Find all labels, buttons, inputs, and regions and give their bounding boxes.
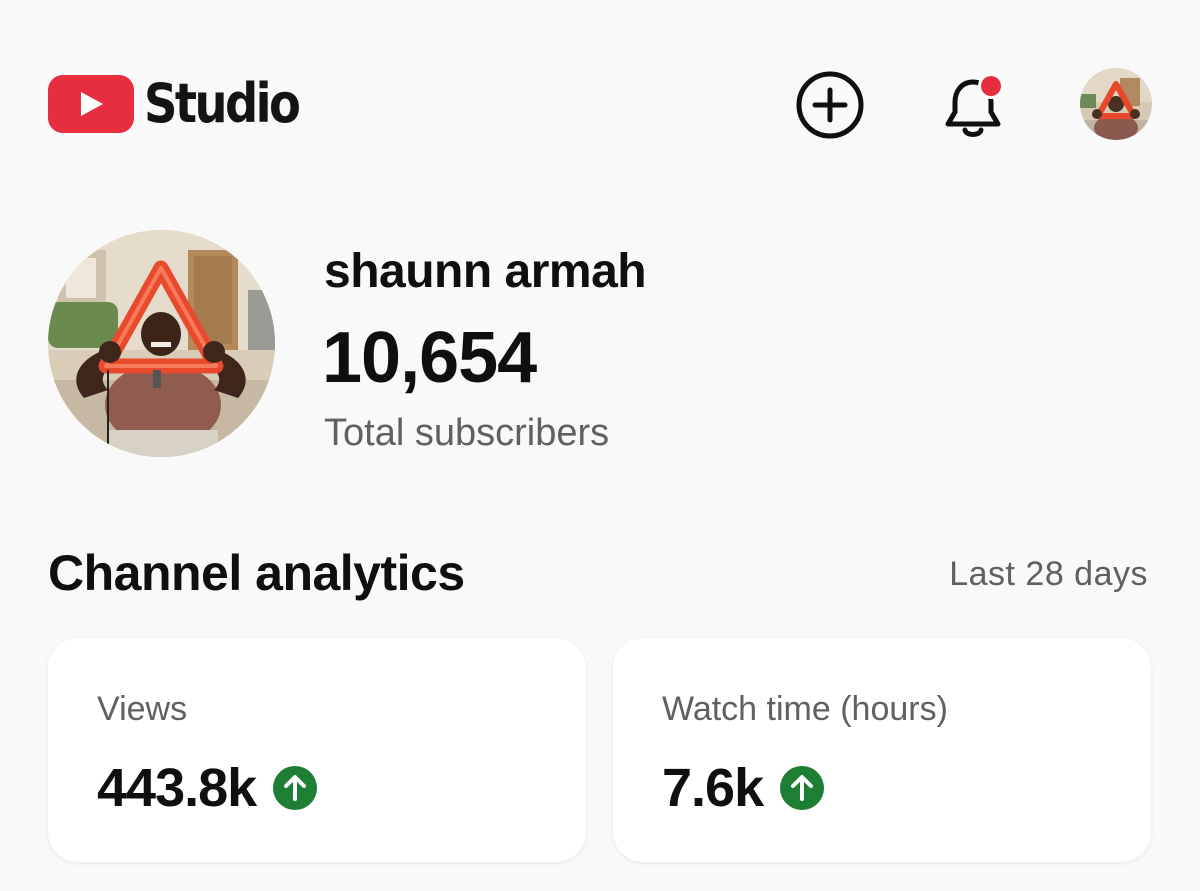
account-avatar (1080, 68, 1152, 140)
youtube-studio-logo[interactable]: Studio (48, 74, 323, 134)
views-card[interactable]: Views 443.8k (48, 638, 586, 862)
create-button[interactable] (795, 70, 865, 140)
watch-time-card[interactable]: Watch time (hours) 7.6k (613, 638, 1151, 862)
channel-analytics-title: Channel analytics (48, 545, 465, 601)
watch-time-label: Watch time (hours) (662, 690, 948, 728)
channel-name: shaunn armah (324, 245, 647, 298)
trend-up-icon (779, 765, 825, 811)
account-avatar-button[interactable] (1080, 68, 1152, 140)
youtube-play-icon (48, 75, 134, 133)
notifications-button[interactable] (935, 68, 1011, 144)
channel-avatar[interactable] (48, 230, 275, 457)
notification-dot (981, 76, 1001, 96)
notifications-bell-icon (945, 73, 1004, 137)
views-value: 443.8k (97, 758, 257, 818)
channel-profile-photo (48, 230, 275, 457)
subscriber-label: Total subscribers (324, 412, 610, 454)
trend-up-icon (272, 765, 318, 811)
top-app-bar: Studio (0, 0, 1200, 200)
subscriber-count: 10,654 (322, 318, 537, 398)
views-label: Views (97, 690, 188, 728)
analytics-period: Last 28 days (949, 555, 1148, 593)
create-plus-icon (796, 71, 864, 139)
logo-text: Studio (144, 72, 301, 135)
watch-time-value: 7.6k (662, 758, 764, 818)
